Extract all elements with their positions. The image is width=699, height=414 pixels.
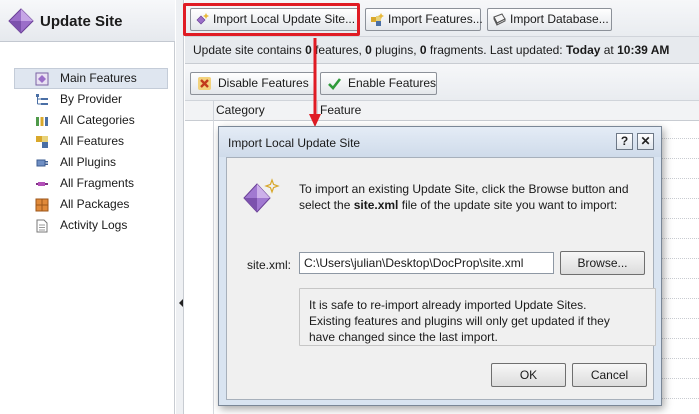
sidebar-item-by-provider[interactable]: By Provider — [14, 89, 168, 110]
enable-features-label: Enable Features — [348, 76, 437, 90]
intro-text-after: file of the update site you want to impo… — [398, 198, 618, 212]
sidebar-item-all-packages[interactable]: All Packages — [14, 194, 168, 215]
row-line — [657, 318, 699, 319]
dialog-instructions: To import an existing Update Site, click… — [299, 181, 644, 213]
sidebar-item-label: All Plugins — [60, 155, 117, 169]
close-button[interactable]: ✕ — [637, 133, 654, 150]
row-line — [657, 258, 699, 259]
last-updated-time: 10:39 AM — [617, 43, 670, 57]
disable-x-icon — [198, 77, 211, 90]
sidebar-item-all-features[interactable]: All Features — [14, 131, 168, 152]
sidebar-nav: Main Features By Provider All Categories — [14, 68, 168, 236]
column-divider — [213, 121, 214, 414]
packages-icon — [35, 198, 49, 212]
provider-tree-icon — [36, 94, 48, 105]
dialog-title-bar[interactable]: Import Local Update Site ? ✕ — [219, 127, 661, 157]
row-line — [657, 158, 699, 159]
row-line — [657, 138, 699, 139]
disable-features-label: Disable Features — [218, 76, 309, 90]
main-features-icon — [35, 72, 49, 86]
sidebar-item-label: All Features — [60, 134, 125, 148]
plugins-word: plugins, — [371, 43, 420, 57]
row-line — [657, 278, 699, 279]
feature-toolbar: Disable Features Enable Features — [185, 64, 699, 101]
row-line — [657, 338, 699, 339]
site-xml-path-input[interactable] — [299, 252, 554, 274]
row-line — [657, 298, 699, 299]
row-line — [657, 198, 699, 199]
fragments-icon — [36, 182, 48, 186]
sidebar-item-label: Activity Logs — [60, 218, 128, 232]
row-line — [657, 238, 699, 239]
app-header: Update Site — [0, 0, 175, 42]
dialog-body: To import an existing Update Site, click… — [226, 157, 656, 400]
last-updated-day: Today — [565, 43, 601, 57]
row-line — [657, 218, 699, 219]
column-header-feature[interactable]: Feature — [317, 101, 699, 121]
reimport-note: It is safe to re-import already imported… — [309, 297, 649, 345]
sidebar-item-label: Main Features — [60, 71, 137, 85]
sidebar-item-label: All Fragments — [60, 176, 135, 190]
fragments-count: 0 — [419, 43, 427, 57]
categories-icon — [36, 117, 48, 126]
highlight-box — [183, 3, 360, 36]
import-features-label: Import Features... — [388, 12, 483, 26]
update-site-status: Update site contains 0 features, 0 plugi… — [185, 37, 699, 64]
row-line — [657, 358, 699, 359]
row-line — [657, 398, 699, 399]
sidebar-item-all-categories[interactable]: All Categories — [14, 110, 168, 131]
sidebar-item-label: All Categories — [60, 113, 135, 127]
plugins-icon — [36, 159, 48, 167]
collapse-arrow-icon[interactable] — [179, 299, 183, 307]
update-site-gem-icon — [8, 8, 34, 34]
sidebar-item-all-fragments[interactable]: All Fragments — [14, 173, 168, 194]
import-local-update-site-dialog: Import Local Update Site ? ✕ To import a… — [218, 126, 662, 406]
enable-features-button[interactable]: Enable Features — [320, 72, 437, 95]
import-features-icon — [371, 13, 384, 26]
fragments-word: fragments. Last updated: — [426, 43, 566, 57]
sidebar-item-label: By Provider — [60, 92, 123, 106]
disable-features-button[interactable]: Disable Features — [190, 72, 315, 95]
ok-button[interactable]: OK — [491, 363, 566, 387]
dialog-title: Import Local Update Site — [228, 136, 361, 150]
note-line: It is safe to re-import already imported… — [309, 298, 587, 312]
sidebar-item-main-features[interactable]: Main Features — [14, 68, 168, 89]
plugins-count: 0 — [365, 43, 372, 57]
row-line — [657, 378, 699, 379]
import-database-icon — [493, 13, 506, 26]
import-database-label: Import Database... — [510, 12, 609, 26]
sidebar-item-all-plugins[interactable]: All Plugins — [14, 152, 168, 173]
left-panel: Update Site Main Features By Provider Al… — [0, 0, 175, 414]
app-title: Update Site — [40, 13, 123, 30]
activity-log-icon — [36, 219, 48, 233]
note-line: Existing features and plugins will only … — [309, 314, 610, 328]
reimport-note-box: It is safe to re-import already imported… — [299, 288, 656, 346]
red-arrow-annotation — [309, 38, 321, 127]
sidebar-item-activity-logs[interactable]: Activity Logs — [14, 215, 168, 236]
cancel-button[interactable]: Cancel — [572, 363, 647, 387]
note-line: have changed since the last import. — [309, 330, 498, 344]
intro-text-filename: site.xml — [353, 198, 399, 212]
at-word: at — [600, 43, 618, 57]
features-table-header: Category Feature — [185, 101, 699, 121]
import-features-button[interactable]: Import Features... — [365, 8, 483, 31]
status-prefix: Update site contains — [193, 43, 306, 57]
features-icon — [36, 136, 48, 148]
sidebar-item-label: All Packages — [60, 197, 130, 211]
import-database-button[interactable]: Import Database... — [487, 8, 612, 31]
update-site-gem-icon — [243, 178, 280, 213]
help-button[interactable]: ? — [616, 133, 633, 150]
row-line — [657, 178, 699, 179]
panel-splitter[interactable] — [176, 0, 184, 414]
site-xml-label: site.xml: — [247, 258, 292, 272]
browse-button[interactable]: Browse... — [560, 251, 645, 275]
